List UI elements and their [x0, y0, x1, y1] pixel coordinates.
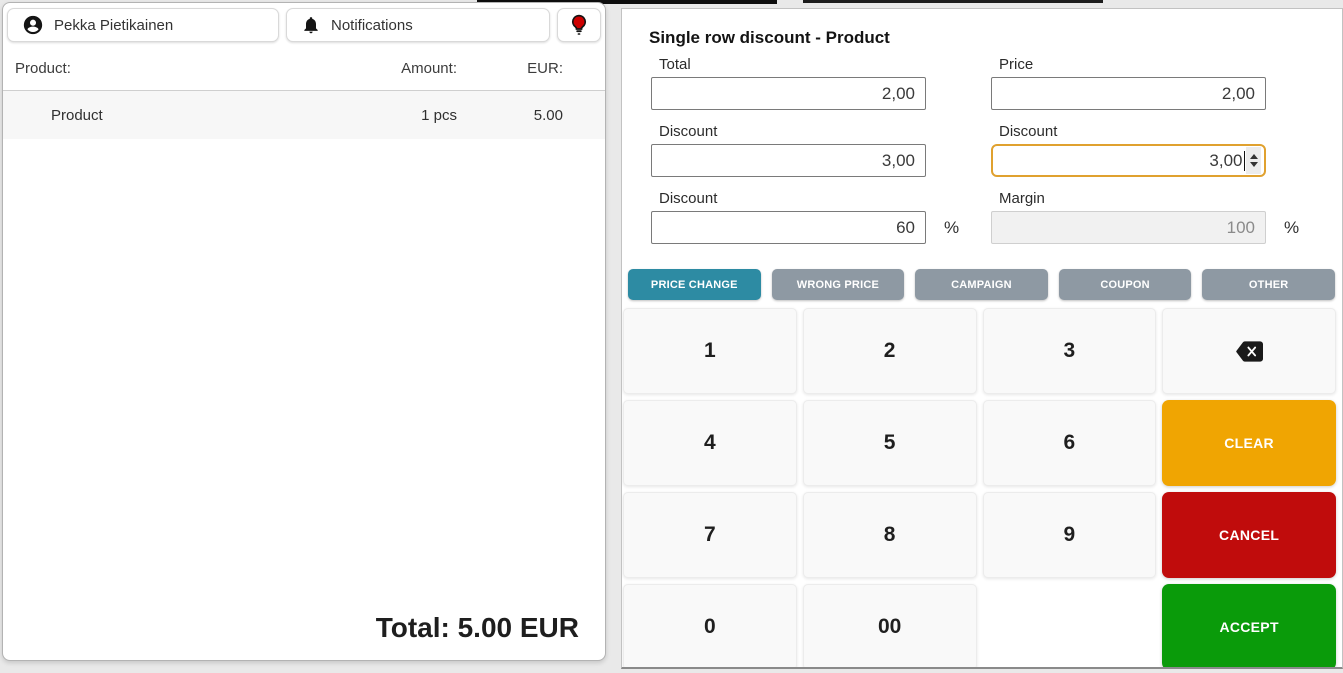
numpad-key-7[interactable]: 7 [623, 492, 797, 578]
receipt-row[interactable]: Product 1 pcs 5.00 [3, 91, 605, 139]
numpad-key-8[interactable]: 8 [803, 492, 977, 578]
numpad: 1 2 3 4 5 6 CLEAR 7 8 9 CANCEL 0 00 ACCE… [623, 308, 1336, 669]
accept-button[interactable]: ACCEPT [1162, 584, 1336, 669]
user-button[interactable]: Pekka Pietikainen [7, 8, 279, 42]
cancel-button[interactable]: CANCEL [1162, 492, 1336, 578]
price-field: Price [991, 56, 1331, 110]
receipt-row-amount: 1 pcs [347, 107, 457, 124]
discount-sum-input[interactable] [651, 144, 926, 177]
number-spinner[interactable] [1246, 147, 1261, 174]
window-top-edge [803, 0, 1103, 3]
backspace-icon [1236, 341, 1263, 362]
numpad-key-3[interactable]: 3 [983, 308, 1157, 394]
total-field: Total [651, 56, 991, 110]
reason-price-change-button[interactable]: PRICE CHANGE [628, 269, 761, 300]
numpad-key-0[interactable]: 0 [623, 584, 797, 669]
notifications-button[interactable]: Notifications [286, 8, 550, 42]
percent-suffix: % [944, 218, 959, 238]
numpad-empty-cell [983, 584, 1157, 669]
pos-header-bar: Pekka Pietikainen Notifications [3, 3, 605, 47]
receipt-row-product: Product [15, 107, 347, 124]
discount-sum-field-label: Discount [659, 123, 991, 141]
numpad-key-00[interactable]: 00 [803, 584, 977, 669]
reason-other-button[interactable]: OTHER [1202, 269, 1335, 300]
reason-campaign-button[interactable]: CAMPAIGN [915, 269, 1048, 300]
margin-field: Margin % [991, 190, 1331, 244]
dialog-title: Single row discount - Product [649, 28, 1342, 48]
discount-percent-field-label: Discount [659, 190, 991, 208]
text-caret [1244, 151, 1246, 171]
backspace-key[interactable] [1162, 308, 1336, 394]
tips-button[interactable] [557, 8, 601, 42]
person-icon [22, 14, 44, 36]
col-amount-header: Amount: [347, 60, 457, 77]
numpad-key-9[interactable]: 9 [983, 492, 1157, 578]
reason-coupon-button[interactable]: COUPON [1059, 269, 1192, 300]
notifications-button-label: Notifications [331, 17, 413, 34]
discount-percent-field: Discount % [651, 190, 991, 244]
total-field-label: Total [659, 56, 991, 74]
numpad-key-6[interactable]: 6 [983, 400, 1157, 486]
spinner-down-icon[interactable] [1250, 162, 1258, 167]
col-product-header: Product: [15, 60, 347, 77]
discount-focused-input[interactable]: 3,00 [991, 144, 1266, 177]
spinner-up-icon[interactable] [1250, 154, 1258, 159]
total-input[interactable] [651, 77, 926, 110]
receipt-total: Total: 5.00 EUR [3, 612, 605, 660]
margin-field-label: Margin [999, 190, 1331, 208]
discount-sum-field: Discount [651, 123, 991, 177]
pos-receipt-panel: Pekka Pietikainen Notifications Product:… [2, 2, 606, 661]
clear-button[interactable]: CLEAR [1162, 400, 1336, 486]
discount-focused-field: Discount 3,00 [991, 123, 1331, 177]
receipt-empty-area [3, 139, 605, 612]
discount-focused-field-label: Discount [999, 123, 1331, 141]
numpad-key-4[interactable]: 4 [623, 400, 797, 486]
discount-focused-value: 3,00 [1209, 151, 1242, 171]
percent-suffix: % [1284, 218, 1299, 238]
numpad-key-1[interactable]: 1 [623, 308, 797, 394]
reason-wrong-price-button[interactable]: WRONG PRICE [772, 269, 905, 300]
lightbulb-icon [567, 13, 591, 37]
bell-icon [301, 15, 321, 35]
numpad-key-2[interactable]: 2 [803, 308, 977, 394]
receipt-table-header: Product: Amount: EUR: [3, 47, 605, 91]
price-field-label: Price [999, 56, 1331, 74]
user-button-label: Pekka Pietikainen [54, 17, 173, 34]
receipt-row-eur: 5.00 [457, 107, 563, 124]
single-row-discount-dialog: Single row discount - Product Total Pric… [621, 8, 1343, 669]
discount-reason-tabs: PRICE CHANGE WRONG PRICE CAMPAIGN COUPON… [628, 269, 1335, 300]
price-input[interactable] [991, 77, 1266, 110]
col-eur-header: EUR: [457, 60, 563, 77]
margin-input [991, 211, 1266, 244]
numpad-key-5[interactable]: 5 [803, 400, 977, 486]
discount-fields: Total Price Discount Discount 3,00 [651, 56, 1342, 257]
discount-percent-input[interactable] [651, 211, 926, 244]
